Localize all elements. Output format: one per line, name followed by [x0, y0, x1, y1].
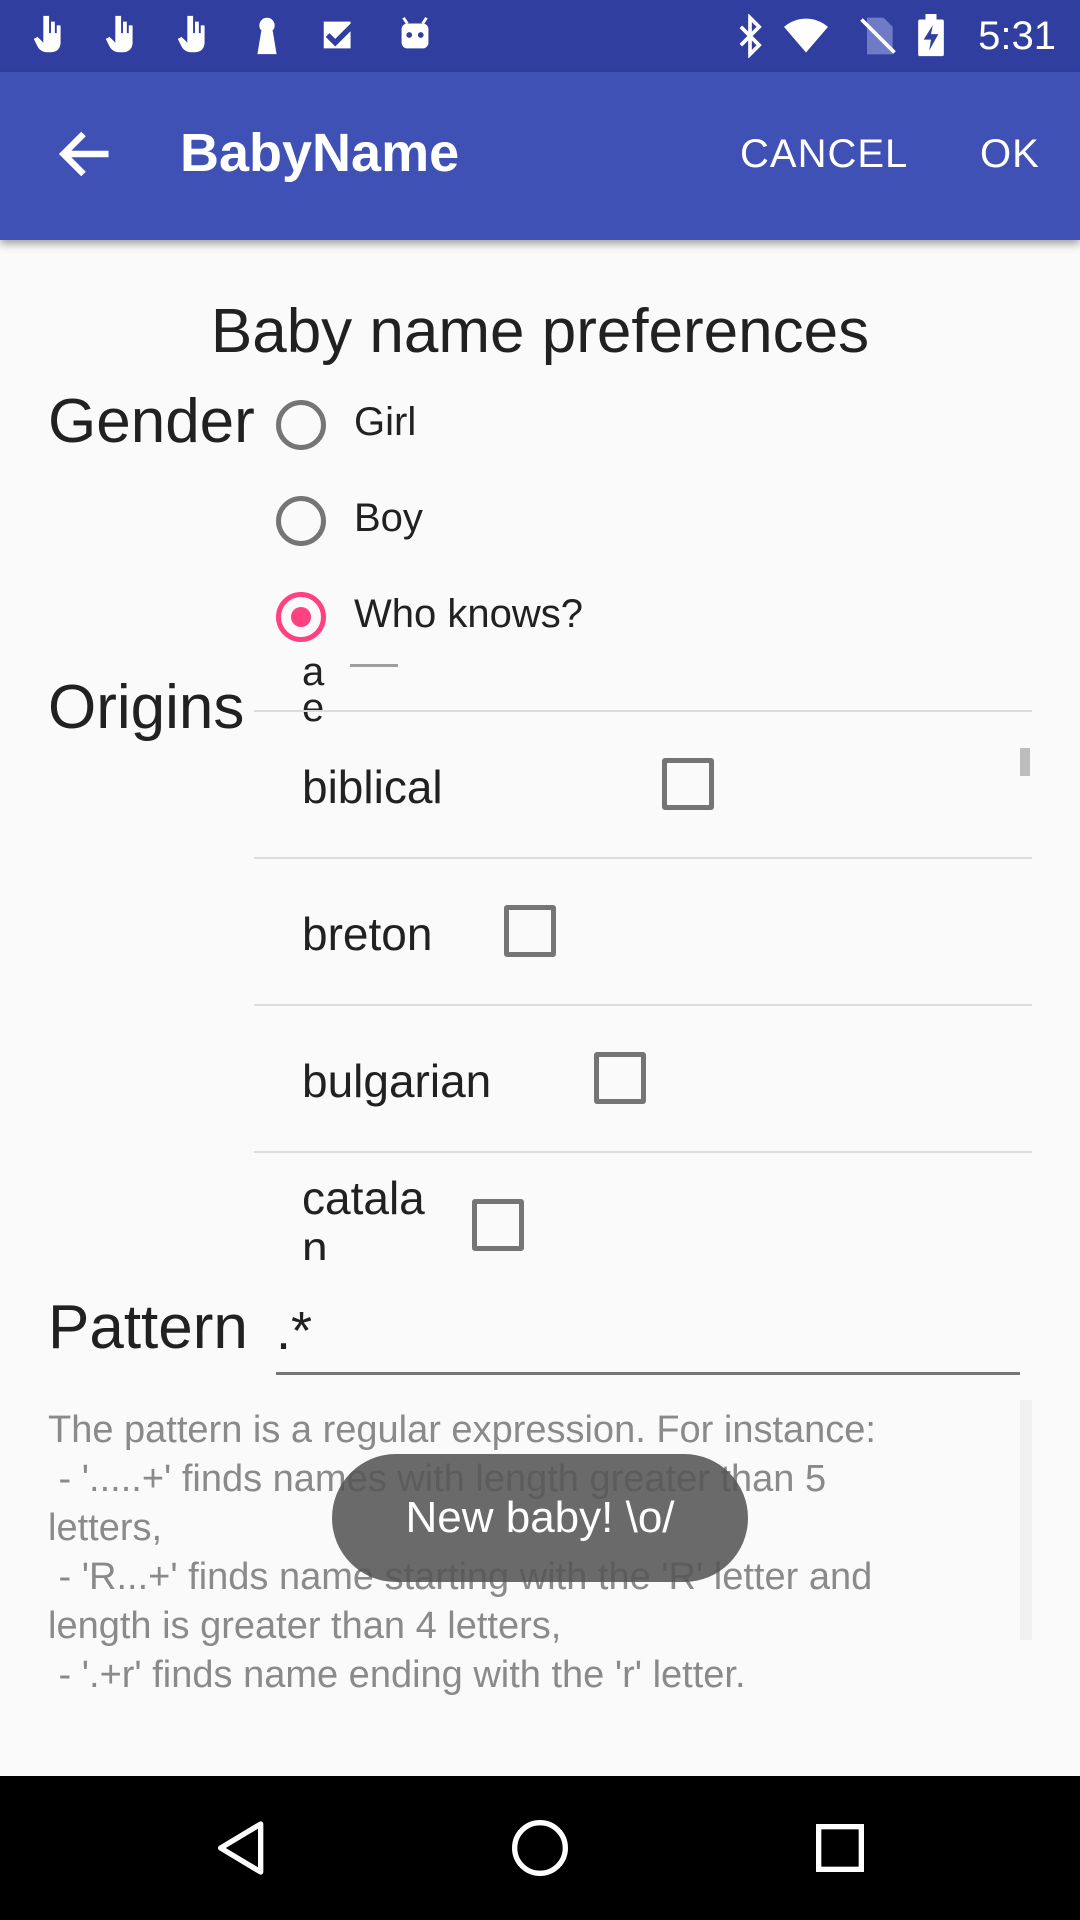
origins-list[interactable]: a e biblical breton bulgarian catala n	[254, 660, 1032, 1260]
recents-square-icon[interactable]	[808, 1816, 872, 1880]
arrow-back-icon[interactable]	[56, 124, 116, 184]
status-bar: 5:31	[0, 0, 1080, 72]
origin-checkbox[interactable]	[594, 1052, 646, 1104]
origin-checkbox[interactable]	[662, 758, 714, 810]
hand-pointer-icon	[105, 15, 133, 53]
radio-circle[interactable]	[276, 496, 326, 546]
origin-label: breton	[302, 908, 433, 960]
home-circle-icon[interactable]	[508, 1816, 572, 1880]
origin-label: catala n	[302, 1172, 425, 1260]
origins-label: Origins	[48, 673, 245, 742]
keyhole-icon	[257, 17, 277, 55]
radio-label: Boy	[354, 496, 423, 540]
back-triangle-icon[interactable]	[210, 1816, 274, 1880]
wifi-icon	[784, 18, 828, 53]
hand-pointer-icon	[33, 15, 61, 53]
navigation-bar	[0, 1776, 1080, 1920]
pattern-input[interactable]: .*	[276, 1296, 1020, 1375]
origin-label: biblical	[302, 761, 443, 813]
checkbox-icon	[323, 21, 355, 49]
help-scrollbar	[1020, 1400, 1032, 1640]
origins-scrollbar[interactable]	[1020, 748, 1030, 776]
list-item[interactable]: biblical	[254, 710, 1032, 858]
page-title: Baby name preferences	[210, 297, 870, 366]
toast-message: New baby! \o/	[332, 1454, 748, 1582]
app-title: BabyName	[180, 123, 460, 183]
battery-charging-icon	[918, 14, 944, 57]
status-time: 5:31	[978, 14, 1056, 58]
origin-checkbox[interactable]	[504, 905, 556, 957]
hand-pointer-icon	[177, 15, 205, 53]
origin-checkbox[interactable]	[472, 1199, 524, 1251]
radio-label: Girl	[354, 400, 417, 444]
partial-checkbox-edge	[350, 664, 398, 667]
app-bar: BabyName CANCEL OK	[0, 72, 1080, 240]
pattern-label: Pattern	[48, 1293, 248, 1362]
gender-label: Gender	[48, 387, 255, 456]
list-item[interactable]: breton	[254, 857, 1032, 1005]
radio-circle-selected[interactable]	[276, 592, 326, 642]
origin-label: bulgarian	[302, 1055, 492, 1107]
bluetooth-icon	[739, 14, 762, 58]
ok-button[interactable]: OK	[980, 132, 1040, 177]
list-item[interactable]: catala n	[254, 1151, 1032, 1260]
no-sim-icon	[860, 17, 896, 55]
android-icon	[401, 16, 429, 49]
radio-label: Who knows?	[354, 592, 583, 636]
list-item[interactable]: bulgarian	[254, 1004, 1032, 1152]
cancel-button[interactable]: CANCEL	[740, 132, 908, 177]
radio-circle[interactable]	[276, 400, 326, 450]
